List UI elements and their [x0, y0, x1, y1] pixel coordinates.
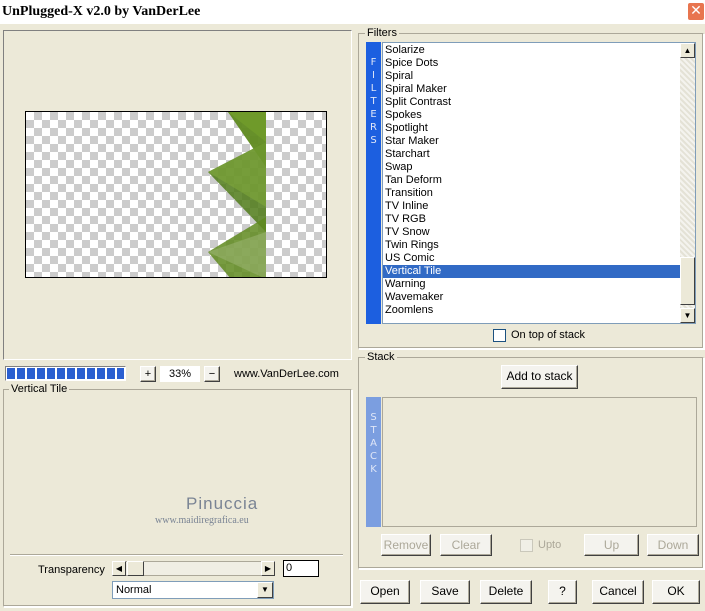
up-button[interactable]: Up — [584, 534, 639, 556]
stack-tab-letters: STACK — [366, 411, 381, 476]
cancel-button[interactable]: Cancel — [592, 580, 644, 604]
filter-list-item[interactable]: TV RGB — [383, 213, 680, 226]
filter-list-item[interactable]: Solarize — [383, 44, 680, 57]
scroll-up-arrow[interactable]: ▲ — [680, 43, 695, 58]
filters-list-items: Solarize Spice Dots Spiral Spiral Maker Spli… — [383, 44, 680, 317]
scroll-thumb[interactable] — [680, 257, 695, 305]
progress-bar — [5, 366, 126, 381]
preview-canvas[interactable] — [25, 111, 327, 278]
tab-letter: I — [372, 70, 375, 81]
blend-mode-select[interactable]: Normal ▼ — [112, 581, 274, 599]
filter-list-item[interactable]: Transition — [383, 187, 680, 200]
filter-list-item[interactable]: Spokes — [383, 109, 680, 122]
scroll-down-arrow[interactable]: ▼ — [680, 308, 695, 323]
filter-list-item[interactable]: Spice Dots — [383, 57, 680, 70]
filters-scrollbar[interactable]: ▲ ▼ — [680, 43, 695, 323]
add-to-stack-button[interactable]: Add to stack — [501, 365, 578, 389]
tab-letter: A — [370, 438, 377, 449]
save-button[interactable]: Save — [420, 580, 470, 604]
transparency-input[interactable]: 0 — [283, 560, 319, 577]
filter-list-item[interactable]: Spiral — [383, 70, 680, 83]
watermark-name: Pinuccia — [186, 494, 259, 513]
filter-list-item[interactable]: TV Snow — [383, 226, 680, 239]
filter-list-item[interactable]: Spiral Maker — [383, 83, 680, 96]
preview-panel — [3, 30, 352, 360]
filters-list[interactable]: Solarize Spice Dots Spiral Spiral Maker Spli… — [382, 42, 696, 324]
filter-list-item[interactable]: Star Maker — [383, 135, 680, 148]
clear-button[interactable]: Clear — [440, 534, 492, 556]
filter-list-item[interactable]: US Comic — [383, 252, 680, 265]
filters-tab-letters: FILTERS — [366, 56, 381, 147]
tab-letter: F — [370, 57, 377, 68]
filter-list-item[interactable]: Warning — [383, 278, 680, 291]
on-top-label: On top of stack — [511, 329, 585, 341]
tab-letter: T — [370, 425, 377, 436]
filter-list-item[interactable]: Twin Rings — [383, 239, 680, 252]
upto-checkbox[interactable] — [520, 539, 533, 552]
title-bar: UnPlugged-X v2.0 by VanDerLee ✕ — [0, 0, 705, 24]
filter-list-item[interactable]: Spotlight — [383, 122, 680, 135]
filters-side-tab: FILTERS — [366, 42, 381, 324]
watermark-url: www.maidiregrafica.eu — [155, 515, 249, 526]
tab-letter: R — [370, 122, 377, 133]
slider-thumb[interactable] — [127, 561, 144, 576]
preview-image — [208, 112, 266, 277]
zoom-out-button[interactable]: − — [204, 366, 220, 382]
filter-list-item[interactable]: Tan Deform — [383, 174, 680, 187]
on-top-checkbox[interactable] — [493, 329, 506, 342]
down-button[interactable]: Down — [647, 534, 699, 556]
transparency-slider[interactable]: ◀ ▶ — [112, 561, 275, 576]
ok-button[interactable]: OK — [652, 580, 700, 604]
progress-fill — [7, 368, 124, 379]
slider-left-arrow[interactable]: ◀ — [112, 561, 126, 576]
upto-label: Upto — [538, 539, 562, 551]
tab-letter: K — [370, 464, 377, 475]
help-button[interactable]: ? — [548, 580, 577, 604]
tab-letter: S — [370, 412, 377, 423]
filter-list-item[interactable]: Zoomlens — [383, 304, 680, 317]
filter-list-item[interactable]: Starchart — [383, 148, 680, 161]
remove-button[interactable]: Remove — [381, 534, 431, 556]
open-button[interactable]: Open — [360, 580, 410, 604]
settings-title: Vertical Tile — [9, 383, 70, 395]
website-label: www.VanDerLee.com — [234, 368, 339, 380]
filter-list-item[interactable]: Vertical Tile — [383, 265, 680, 278]
blend-mode-value: Normal — [116, 584, 152, 596]
stack-group-label: Stack — [365, 351, 397, 363]
tab-letter: E — [370, 109, 377, 120]
filter-list-item[interactable]: Split Contrast — [383, 96, 680, 109]
settings-divider — [10, 554, 343, 556]
tab-letter: L — [370, 83, 377, 94]
filter-list-item[interactable]: TV Inline — [383, 200, 680, 213]
window-title: UnPlugged-X v2.0 by VanDerLee — [2, 4, 201, 19]
slider-right-arrow[interactable]: ▶ — [261, 561, 275, 576]
close-button[interactable]: ✕ — [687, 2, 705, 21]
stack-list[interactable] — [382, 397, 697, 527]
transparency-label: Transparency — [38, 564, 105, 576]
zoom-in-button[interactable]: + — [140, 366, 156, 382]
tab-letter: C — [370, 451, 377, 462]
filters-group-label: Filters — [365, 27, 399, 39]
tab-letter: T — [370, 96, 377, 107]
filter-list-item[interactable]: Swap — [383, 161, 680, 174]
filter-list-item[interactable]: Wavemaker — [383, 291, 680, 304]
zoom-value: 33% — [160, 366, 200, 382]
delete-button[interactable]: Delete — [480, 580, 532, 604]
chevron-down-icon[interactable]: ▼ — [257, 582, 273, 598]
stack-side-tab: STACK — [366, 397, 381, 527]
tab-letter: S — [370, 135, 377, 146]
